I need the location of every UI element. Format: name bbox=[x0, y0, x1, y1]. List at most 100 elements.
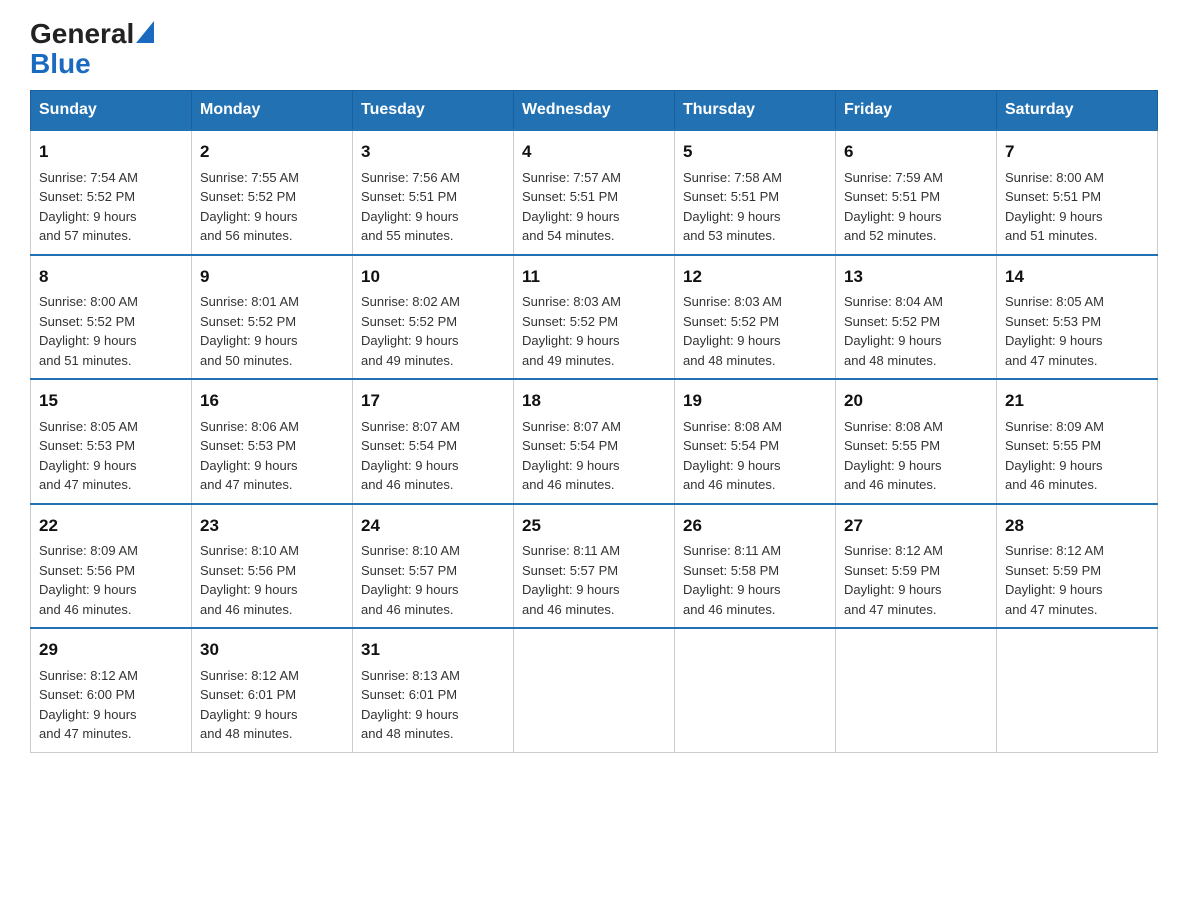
calendar-week-row: 29 Sunrise: 8:12 AMSunset: 6:00 PMDaylig… bbox=[31, 628, 1158, 752]
day-info: Sunrise: 8:05 AMSunset: 5:53 PMDaylight:… bbox=[1005, 294, 1104, 368]
day-number: 23 bbox=[200, 513, 344, 539]
weekday-header-tuesday: Tuesday bbox=[353, 91, 514, 131]
day-info: Sunrise: 8:11 AMSunset: 5:57 PMDaylight:… bbox=[522, 543, 620, 617]
day-info: Sunrise: 8:12 AMSunset: 5:59 PMDaylight:… bbox=[1005, 543, 1104, 617]
calendar-cell: 20 Sunrise: 8:08 AMSunset: 5:55 PMDaylig… bbox=[836, 379, 997, 504]
day-number: 22 bbox=[39, 513, 183, 539]
calendar-week-row: 1 Sunrise: 7:54 AMSunset: 5:52 PMDayligh… bbox=[31, 130, 1158, 255]
day-number: 1 bbox=[39, 139, 183, 165]
day-info: Sunrise: 7:57 AMSunset: 5:51 PMDaylight:… bbox=[522, 170, 621, 244]
day-number: 6 bbox=[844, 139, 988, 165]
logo-general: General bbox=[30, 20, 134, 48]
day-number: 28 bbox=[1005, 513, 1149, 539]
calendar-week-row: 15 Sunrise: 8:05 AMSunset: 5:53 PMDaylig… bbox=[31, 379, 1158, 504]
calendar-header-row: SundayMondayTuesdayWednesdayThursdayFrid… bbox=[31, 91, 1158, 131]
day-info: Sunrise: 8:12 AMSunset: 6:01 PMDaylight:… bbox=[200, 668, 299, 742]
calendar-cell: 12 Sunrise: 8:03 AMSunset: 5:52 PMDaylig… bbox=[675, 255, 836, 380]
day-number: 5 bbox=[683, 139, 827, 165]
calendar-cell: 15 Sunrise: 8:05 AMSunset: 5:53 PMDaylig… bbox=[31, 379, 192, 504]
day-info: Sunrise: 8:07 AMSunset: 5:54 PMDaylight:… bbox=[522, 419, 621, 493]
calendar-cell: 17 Sunrise: 8:07 AMSunset: 5:54 PMDaylig… bbox=[353, 379, 514, 504]
calendar-cell: 1 Sunrise: 7:54 AMSunset: 5:52 PMDayligh… bbox=[31, 130, 192, 255]
calendar-cell: 18 Sunrise: 8:07 AMSunset: 5:54 PMDaylig… bbox=[514, 379, 675, 504]
calendar-cell: 19 Sunrise: 8:08 AMSunset: 5:54 PMDaylig… bbox=[675, 379, 836, 504]
calendar-cell bbox=[997, 628, 1158, 752]
day-number: 29 bbox=[39, 637, 183, 663]
day-info: Sunrise: 8:06 AMSunset: 5:53 PMDaylight:… bbox=[200, 419, 299, 493]
weekday-header-saturday: Saturday bbox=[997, 91, 1158, 131]
day-number: 17 bbox=[361, 388, 505, 414]
calendar-cell bbox=[514, 628, 675, 752]
calendar-cell: 23 Sunrise: 8:10 AMSunset: 5:56 PMDaylig… bbox=[192, 504, 353, 629]
calendar-cell: 30 Sunrise: 8:12 AMSunset: 6:01 PMDaylig… bbox=[192, 628, 353, 752]
day-number: 26 bbox=[683, 513, 827, 539]
day-number: 11 bbox=[522, 264, 666, 290]
day-info: Sunrise: 8:00 AMSunset: 5:52 PMDaylight:… bbox=[39, 294, 138, 368]
day-info: Sunrise: 8:05 AMSunset: 5:53 PMDaylight:… bbox=[39, 419, 138, 493]
calendar-cell: 14 Sunrise: 8:05 AMSunset: 5:53 PMDaylig… bbox=[997, 255, 1158, 380]
day-info: Sunrise: 8:13 AMSunset: 6:01 PMDaylight:… bbox=[361, 668, 460, 742]
day-info: Sunrise: 7:59 AMSunset: 5:51 PMDaylight:… bbox=[844, 170, 943, 244]
day-number: 27 bbox=[844, 513, 988, 539]
calendar-cell: 29 Sunrise: 8:12 AMSunset: 6:00 PMDaylig… bbox=[31, 628, 192, 752]
calendar-cell: 28 Sunrise: 8:12 AMSunset: 5:59 PMDaylig… bbox=[997, 504, 1158, 629]
day-info: Sunrise: 8:08 AMSunset: 5:55 PMDaylight:… bbox=[844, 419, 943, 493]
day-number: 19 bbox=[683, 388, 827, 414]
day-number: 12 bbox=[683, 264, 827, 290]
day-number: 21 bbox=[1005, 388, 1149, 414]
calendar-cell: 24 Sunrise: 8:10 AMSunset: 5:57 PMDaylig… bbox=[353, 504, 514, 629]
day-info: Sunrise: 8:00 AMSunset: 5:51 PMDaylight:… bbox=[1005, 170, 1104, 244]
day-info: Sunrise: 8:08 AMSunset: 5:54 PMDaylight:… bbox=[683, 419, 782, 493]
day-number: 7 bbox=[1005, 139, 1149, 165]
day-number: 2 bbox=[200, 139, 344, 165]
calendar-cell: 27 Sunrise: 8:12 AMSunset: 5:59 PMDaylig… bbox=[836, 504, 997, 629]
calendar-cell: 9 Sunrise: 8:01 AMSunset: 5:52 PMDayligh… bbox=[192, 255, 353, 380]
day-info: Sunrise: 8:12 AMSunset: 5:59 PMDaylight:… bbox=[844, 543, 943, 617]
logo-triangle-icon bbox=[136, 21, 154, 43]
calendar-cell: 22 Sunrise: 8:09 AMSunset: 5:56 PMDaylig… bbox=[31, 504, 192, 629]
day-number: 18 bbox=[522, 388, 666, 414]
calendar-cell: 8 Sunrise: 8:00 AMSunset: 5:52 PMDayligh… bbox=[31, 255, 192, 380]
calendar-cell: 26 Sunrise: 8:11 AMSunset: 5:58 PMDaylig… bbox=[675, 504, 836, 629]
day-number: 4 bbox=[522, 139, 666, 165]
day-info: Sunrise: 7:56 AMSunset: 5:51 PMDaylight:… bbox=[361, 170, 460, 244]
day-info: Sunrise: 8:09 AMSunset: 5:56 PMDaylight:… bbox=[39, 543, 138, 617]
calendar-cell: 7 Sunrise: 8:00 AMSunset: 5:51 PMDayligh… bbox=[997, 130, 1158, 255]
day-info: Sunrise: 8:10 AMSunset: 5:56 PMDaylight:… bbox=[200, 543, 299, 617]
weekday-header-sunday: Sunday bbox=[31, 91, 192, 131]
calendar-cell bbox=[675, 628, 836, 752]
calendar-cell: 10 Sunrise: 8:02 AMSunset: 5:52 PMDaylig… bbox=[353, 255, 514, 380]
weekday-header-thursday: Thursday bbox=[675, 91, 836, 131]
day-number: 15 bbox=[39, 388, 183, 414]
calendar-cell bbox=[836, 628, 997, 752]
calendar-week-row: 22 Sunrise: 8:09 AMSunset: 5:56 PMDaylig… bbox=[31, 504, 1158, 629]
day-info: Sunrise: 8:12 AMSunset: 6:00 PMDaylight:… bbox=[39, 668, 138, 742]
calendar-cell: 25 Sunrise: 8:11 AMSunset: 5:57 PMDaylig… bbox=[514, 504, 675, 629]
day-number: 24 bbox=[361, 513, 505, 539]
day-number: 30 bbox=[200, 637, 344, 663]
day-number: 25 bbox=[522, 513, 666, 539]
weekday-header-friday: Friday bbox=[836, 91, 997, 131]
day-info: Sunrise: 8:07 AMSunset: 5:54 PMDaylight:… bbox=[361, 419, 460, 493]
calendar-cell: 11 Sunrise: 8:03 AMSunset: 5:52 PMDaylig… bbox=[514, 255, 675, 380]
page-header: General Blue bbox=[30, 20, 1158, 80]
day-number: 31 bbox=[361, 637, 505, 663]
day-number: 3 bbox=[361, 139, 505, 165]
calendar-cell: 6 Sunrise: 7:59 AMSunset: 5:51 PMDayligh… bbox=[836, 130, 997, 255]
day-info: Sunrise: 8:10 AMSunset: 5:57 PMDaylight:… bbox=[361, 543, 460, 617]
day-info: Sunrise: 8:04 AMSunset: 5:52 PMDaylight:… bbox=[844, 294, 943, 368]
calendar-cell: 31 Sunrise: 8:13 AMSunset: 6:01 PMDaylig… bbox=[353, 628, 514, 752]
day-info: Sunrise: 8:11 AMSunset: 5:58 PMDaylight:… bbox=[683, 543, 781, 617]
calendar-cell: 5 Sunrise: 7:58 AMSunset: 5:51 PMDayligh… bbox=[675, 130, 836, 255]
day-info: Sunrise: 7:58 AMSunset: 5:51 PMDaylight:… bbox=[683, 170, 782, 244]
logo: General Blue bbox=[30, 20, 156, 80]
day-number: 20 bbox=[844, 388, 988, 414]
calendar-cell: 2 Sunrise: 7:55 AMSunset: 5:52 PMDayligh… bbox=[192, 130, 353, 255]
day-info: Sunrise: 7:54 AMSunset: 5:52 PMDaylight:… bbox=[39, 170, 138, 244]
day-number: 8 bbox=[39, 264, 183, 290]
day-info: Sunrise: 8:02 AMSunset: 5:52 PMDaylight:… bbox=[361, 294, 460, 368]
day-info: Sunrise: 8:01 AMSunset: 5:52 PMDaylight:… bbox=[200, 294, 299, 368]
day-info: Sunrise: 8:03 AMSunset: 5:52 PMDaylight:… bbox=[522, 294, 621, 368]
day-number: 9 bbox=[200, 264, 344, 290]
calendar-cell: 21 Sunrise: 8:09 AMSunset: 5:55 PMDaylig… bbox=[997, 379, 1158, 504]
